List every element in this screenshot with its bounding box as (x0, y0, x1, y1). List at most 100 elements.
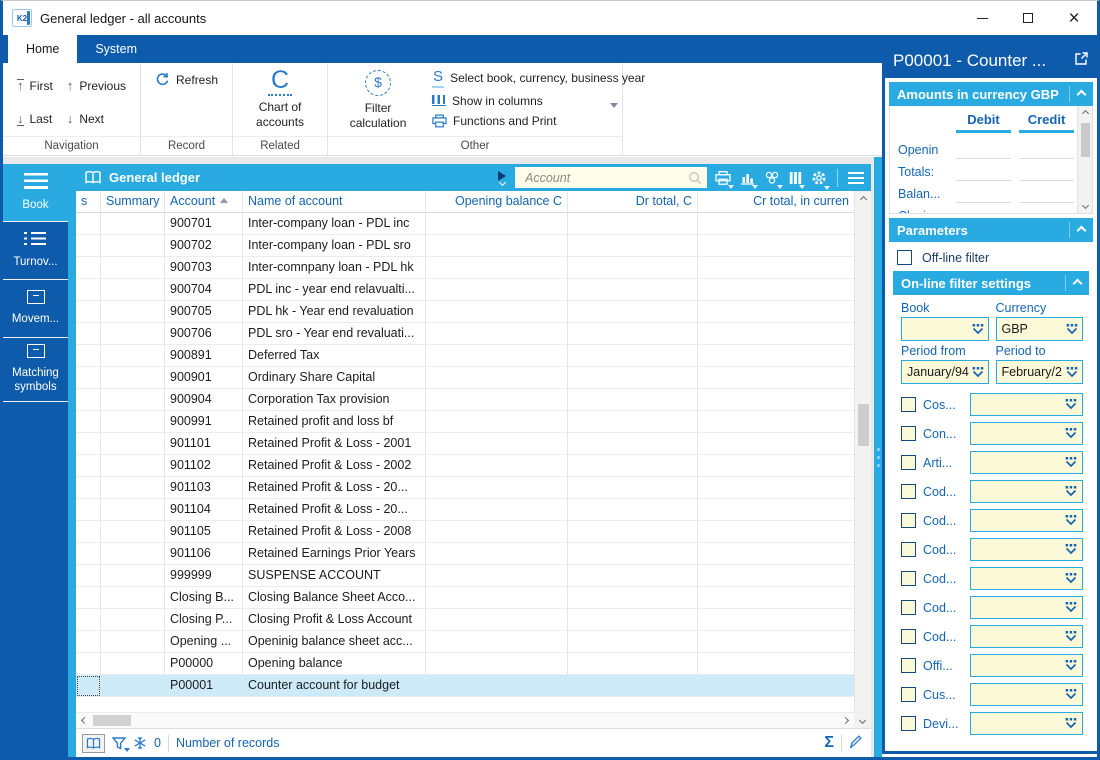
sidebar-item-movem-[interactable]: Movem... (3, 280, 68, 338)
edit-button[interactable] (849, 734, 863, 753)
table-row[interactable]: P00000 Opening balance (76, 653, 854, 675)
scroll-down-button[interactable] (1083, 198, 1088, 213)
table-row[interactable]: 901102 Retained Profit & Loss - 2002 (76, 455, 854, 477)
filter-dropdown[interactable] (970, 654, 1083, 677)
scroll-right-button[interactable] (837, 713, 854, 728)
dropdown-field[interactable]: GBP (996, 317, 1084, 341)
minimize-button[interactable] (959, 1, 1005, 35)
dropdown-field[interactable] (901, 317, 989, 341)
table-row[interactable]: 901103 Retained Profit & Loss - 20... (76, 477, 854, 499)
scroll-left-button[interactable] (76, 713, 93, 728)
table-row[interactable]: Closing B... Closing Balance Sheet Acco.… (76, 587, 854, 609)
columns-button[interactable] (788, 170, 803, 186)
grouping-button[interactable] (763, 170, 781, 186)
debit-value-field[interactable] (956, 208, 1011, 214)
scroll-down-button[interactable] (854, 713, 871, 728)
table-row[interactable]: 900991 Retained profit and loss bf (76, 411, 854, 433)
table-row[interactable]: 900706 PDL sro - Year end revaluati... (76, 323, 854, 345)
filter-checkbox[interactable] (901, 513, 916, 528)
horizontal-scroll-thumb[interactable] (93, 715, 131, 726)
table-row[interactable]: 901105 Retained Profit & Loss - 2008 (76, 521, 854, 543)
filter-calculation-button[interactable]: $ Filter calculation (338, 66, 418, 136)
online-filter-header[interactable]: On-line filter settings (893, 271, 1089, 295)
filter-checkbox[interactable] (901, 716, 916, 731)
amounts-section-header[interactable]: Amounts in currency GBP (889, 82, 1093, 106)
filter-checkbox[interactable] (901, 484, 916, 499)
column-header[interactable]: Opening balance C (426, 191, 568, 213)
collapse-section-icon[interactable] (1073, 278, 1083, 288)
previous-button[interactable]: ↑Previous (63, 69, 130, 103)
filter-checkbox[interactable] (901, 542, 916, 557)
tab-system[interactable]: System (77, 35, 155, 63)
filter-dropdown[interactable] (970, 683, 1083, 706)
credit-value-field[interactable] (1019, 186, 1074, 203)
column-header[interactable]: Cr total, in curren (698, 191, 854, 213)
table-row[interactable]: P00001 Counter account for budget (76, 675, 854, 697)
refresh-button[interactable]: Refresh (151, 69, 222, 90)
table-row[interactable]: 900701 Inter-company loan - PDL inc (76, 213, 854, 235)
column-header[interactable]: Summary (101, 191, 165, 213)
chart-button[interactable] (739, 170, 756, 186)
vertical-scroll-thumb[interactable] (858, 404, 869, 446)
filter-checkbox[interactable] (901, 658, 916, 673)
table-row[interactable]: 901106 Retained Earnings Prior Years (76, 543, 854, 565)
close-button[interactable]: × (1051, 1, 1097, 35)
credit-value-field[interactable] (1019, 208, 1074, 214)
panel-splitter[interactable] (874, 157, 882, 757)
table-row[interactable]: 901104 Retained Profit & Loss - 20... (76, 499, 854, 521)
filter-dropdown[interactable] (970, 596, 1083, 619)
run-filter-button[interactable] (498, 171, 506, 185)
table-row[interactable]: 900704 PDL inc - year end relavualti... (76, 279, 854, 301)
select-book-button[interactable]: SSelect book, currency, business year (428, 66, 649, 91)
column-header[interactable]: Account (165, 191, 243, 213)
sidebar-item-matching-symbols[interactable]: Matching symbols (3, 338, 68, 402)
collapse-section-icon[interactable] (1077, 89, 1087, 99)
last-button[interactable]: ↓Last (13, 103, 57, 137)
book-view-toggle[interactable] (82, 734, 105, 753)
debit-value-field[interactable] (956, 164, 1011, 181)
filter-checkbox[interactable] (901, 687, 916, 702)
filter-dropdown[interactable] (970, 480, 1083, 503)
sidebar-item-book[interactable]: Book (3, 164, 68, 222)
filter-checkbox[interactable] (901, 426, 916, 441)
column-header[interactable]: Name of account (243, 191, 426, 213)
collapse-section-icon[interactable] (1077, 225, 1087, 235)
table-row[interactable]: 900891 Deferred Tax (76, 345, 854, 367)
grid-menu-button[interactable] (847, 171, 865, 185)
debit-value-field[interactable] (956, 142, 1011, 159)
table-row[interactable]: 900904 Corporation Tax provision (76, 389, 854, 411)
filter-dropdown[interactable] (970, 451, 1083, 474)
filter-dropdown[interactable] (970, 625, 1083, 648)
filter-dropdown[interactable] (970, 509, 1083, 532)
filter-dropdown[interactable] (970, 393, 1083, 416)
parameters-section-header[interactable]: Parameters (889, 218, 1093, 242)
maximize-button[interactable] (1005, 1, 1051, 35)
chart-of-accounts-button[interactable]: C Chart of accounts (243, 65, 317, 132)
scroll-up-button[interactable] (855, 191, 871, 208)
filter-checkbox[interactable] (901, 600, 916, 615)
table-row[interactable]: 999999 SUSPENSE ACCOUNT (76, 565, 854, 587)
settings-button[interactable] (810, 169, 828, 187)
table-row[interactable]: 900705 PDL hk - Year end revaluation (76, 301, 854, 323)
filter-checkbox[interactable] (901, 455, 916, 470)
scroll-up-button[interactable] (1083, 106, 1088, 121)
open-in-window-button[interactable] (1074, 51, 1089, 71)
print-grid-button[interactable] (714, 170, 732, 186)
tab-home[interactable]: Home (8, 35, 77, 63)
amounts-scrollbar[interactable] (1077, 106, 1092, 213)
filter-checkbox[interactable] (901, 571, 916, 586)
credit-value-field[interactable] (1019, 142, 1074, 159)
offline-filter-checkbox[interactable] (897, 250, 912, 265)
filter-status-button[interactable] (112, 737, 126, 750)
table-row[interactable]: Closing P... Closing Profit & Loss Accou… (76, 609, 854, 631)
column-header[interactable]: s (76, 191, 101, 213)
table-row[interactable]: 901101 Retained Profit & Loss - 2001 (76, 433, 854, 455)
credit-value-field[interactable] (1019, 164, 1074, 181)
scroll-thumb[interactable] (1081, 123, 1090, 157)
table-row[interactable]: 900703 Inter-comnpany loan - PDL hk (76, 257, 854, 279)
table-row[interactable]: 900702 Inter-company loan - PDL sro (76, 235, 854, 257)
dropdown-field[interactable]: February/2 (996, 360, 1084, 384)
sum-button[interactable]: Σ (824, 734, 834, 752)
filter-dropdown[interactable] (970, 538, 1083, 561)
search-input[interactable] (523, 170, 688, 186)
